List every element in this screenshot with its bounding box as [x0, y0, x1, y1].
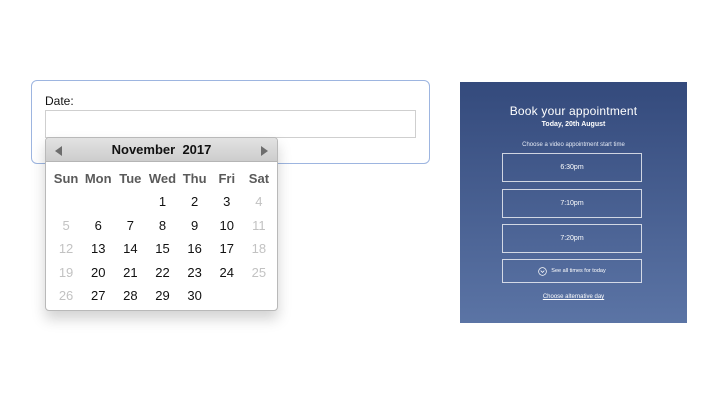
calendar-day[interactable]: 18 — [243, 237, 275, 260]
calendar-day[interactable]: 21 — [114, 261, 146, 284]
calendar-grid: Sun Mon Tue Wed Thu Fri Sat 1 2 3 4 5 6 7 8 9 10 11 12 13 14… — [50, 167, 275, 307]
calendar-day[interactable]: 22 — [146, 261, 178, 284]
calendar-day[interactable]: 24 — [211, 261, 243, 284]
calendar-day[interactable]: 13 — [82, 237, 114, 260]
see-all-times-button[interactable]: See all times for today — [502, 259, 642, 283]
calendar-day[interactable]: 1 — [146, 190, 178, 213]
chevron-down-circle-icon — [538, 266, 548, 276]
calendar-day[interactable]: 26 — [50, 284, 82, 307]
booking-panel: Book your appointment Today, 20th August… — [460, 82, 687, 323]
triangle-right-icon[interactable] — [258, 144, 270, 156]
calendar-day[interactable]: 23 — [179, 261, 211, 284]
calendar-day[interactable]: 17 — [211, 237, 243, 260]
calendar-popup: November 2017 Sun Mon Tue Wed Thu Fri Sat 1 2 3 4 5… — [45, 137, 278, 311]
time-slot-button[interactable]: 7:20pm — [502, 224, 642, 253]
booking-date: Today, 20th August — [541, 121, 606, 128]
calendar-day[interactable]: 11 — [243, 214, 275, 237]
calendar-day[interactable]: 19 — [50, 261, 82, 284]
calendar-day[interactable]: 7 — [114, 214, 146, 237]
see-all-times-label: See all times for today — [551, 268, 606, 274]
calendar-day[interactable]: 6 — [82, 214, 114, 237]
calendar-day[interactable]: 16 — [179, 237, 211, 260]
calendar-day[interactable]: 29 — [146, 284, 178, 307]
calendar-day[interactable]: 5 — [50, 214, 82, 237]
calendar-year: 2017 — [182, 142, 212, 157]
weekday-header: Sun — [53, 171, 79, 186]
weekday-header: Sat — [248, 171, 270, 186]
calendar-empty-cell — [114, 190, 146, 213]
choose-alternative-day-link[interactable]: Choose alternative day — [460, 294, 687, 300]
calendar-header: November 2017 — [46, 138, 277, 162]
booking-title: Book your appointment — [509, 104, 638, 118]
calendar-day[interactable]: 4 — [243, 190, 275, 213]
calendar-day[interactable]: 8 — [146, 214, 178, 237]
weekday-header: Thu — [182, 171, 207, 186]
calendar-empty-cell — [243, 284, 275, 307]
date-label: Date: — [45, 94, 74, 108]
calendar-day[interactable]: 25 — [243, 261, 275, 284]
date-input[interactable] — [45, 110, 416, 138]
calendar-day[interactable]: 28 — [114, 284, 146, 307]
weekday-header: Mon — [84, 171, 112, 186]
calendar-day[interactable]: 20 — [82, 261, 114, 284]
calendar-day[interactable]: 12 — [50, 237, 82, 260]
weekday-header: Wed — [148, 171, 177, 186]
calendar-day[interactable]: 30 — [179, 284, 211, 307]
weekday-header: Fri — [218, 171, 236, 186]
calendar-day[interactable]: 3 — [211, 190, 243, 213]
weekday-header: Tue — [119, 171, 142, 186]
calendar-title: November 2017 — [46, 142, 277, 157]
calendar-day[interactable]: 9 — [179, 214, 211, 237]
calendar-day[interactable]: 15 — [146, 237, 178, 260]
calendar-month: November — [111, 142, 176, 157]
calendar-day[interactable]: 10 — [211, 214, 243, 237]
time-slot-button[interactable]: 7:10pm — [502, 189, 642, 218]
calendar-empty-cell — [82, 190, 114, 213]
calendar-day[interactable]: 14 — [114, 237, 146, 260]
time-slot-button[interactable]: 6:30pm — [502, 153, 642, 182]
calendar-empty-cell — [50, 190, 82, 213]
booking-instruction: Choose a video appointment start time — [522, 142, 625, 148]
calendar-empty-cell — [211, 284, 243, 307]
calendar-day[interactable]: 2 — [179, 190, 211, 213]
calendar-day[interactable]: 27 — [82, 284, 114, 307]
